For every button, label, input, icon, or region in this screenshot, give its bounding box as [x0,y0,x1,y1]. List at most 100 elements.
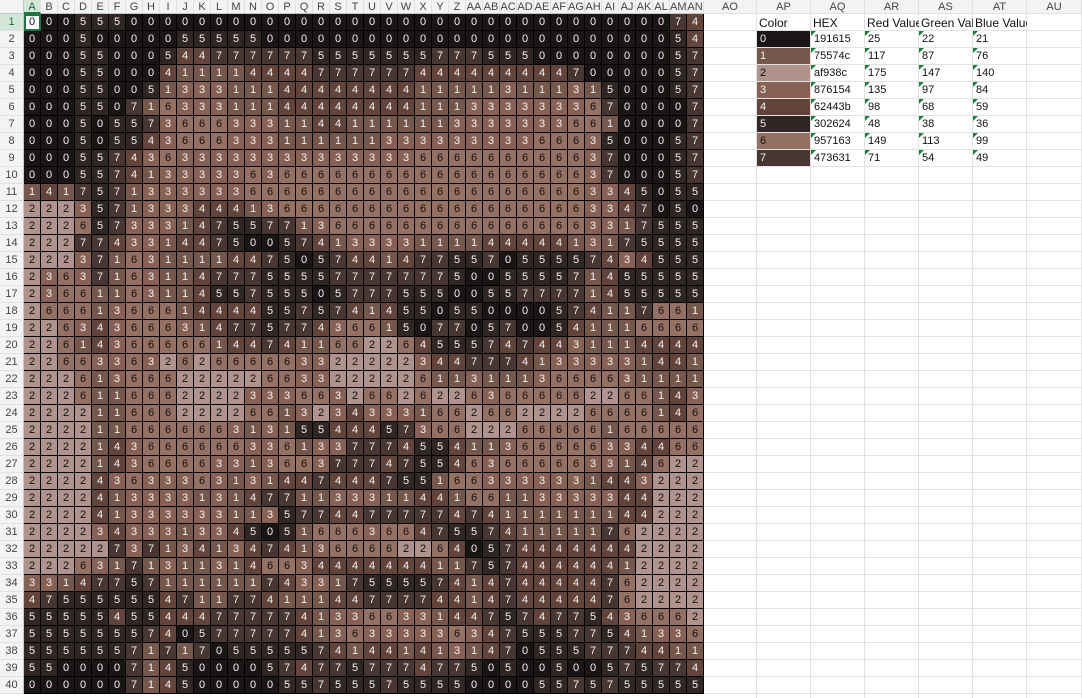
pixel-cell[interactable]: 1 [177,524,194,541]
pixel-cell[interactable]: 3 [160,473,177,490]
pixel-cell[interactable]: 1 [177,65,194,82]
pixel-cell[interactable]: 0 [585,660,602,677]
pixel-cell[interactable]: 3 [228,422,245,439]
pixel-cell[interactable]: 2 [653,473,670,490]
pixel-cell[interactable]: 0 [109,99,126,116]
pixel-cell[interactable]: 6 [126,473,143,490]
pixel-cell[interactable]: 3 [364,626,381,643]
pixel-cell[interactable]: 2 [415,541,432,558]
pixel-cell[interactable]: 5 [75,609,92,626]
row-header-7[interactable]: 7 [0,116,24,133]
pixel-cell[interactable]: 2 [41,354,58,371]
pixel-cell[interactable]: 7 [228,269,245,286]
pixel-cell[interactable]: 1 [126,184,143,201]
pixel-cell[interactable]: 6 [143,337,160,354]
pixel-cell[interactable]: 1 [109,422,126,439]
pixel-cell[interactable]: 6 [551,184,568,201]
pixel-cell[interactable]: 5 [636,660,653,677]
pixel-cell[interactable]: 6 [449,150,466,167]
pixel-cell[interactable]: 6 [381,609,398,626]
pixel-cell[interactable]: 4 [313,558,330,575]
row-header-36[interactable]: 36 [0,609,24,626]
pixel-cell[interactable]: 5 [92,65,109,82]
pixel-cell[interactable]: 6 [347,218,364,235]
pixel-cell[interactable]: 2 [670,456,687,473]
pixel-cell[interactable]: 5 [687,235,704,252]
pixel-cell[interactable]: 3 [364,490,381,507]
pixel-cell[interactable]: 7 [602,575,619,592]
pixel-cell[interactable]: 1 [381,320,398,337]
pixel-cell[interactable]: 0 [109,65,126,82]
pixel-cell[interactable]: 6 [568,388,585,405]
row-header-34[interactable]: 34 [0,575,24,592]
pixel-cell[interactable]: 3 [245,439,262,456]
pixel-cell[interactable]: 0 [58,65,75,82]
pixel-cell[interactable]: 6 [364,201,381,218]
pixel-cell[interactable]: 4 [330,99,347,116]
pixel-cell[interactable]: 7 [568,609,585,626]
pixel-cell[interactable]: 5 [415,303,432,320]
pixel-cell[interactable]: 6 [262,558,279,575]
pixel-cell[interactable]: 0 [636,14,653,31]
pixel-cell[interactable]: 4 [160,660,177,677]
pixel-cell[interactable]: 1 [143,558,160,575]
pixel-cell[interactable]: 1 [653,405,670,422]
pixel-cell[interactable]: 7 [313,65,330,82]
pixel-cell[interactable]: 0 [551,14,568,31]
pixel-cell[interactable]: 5 [75,133,92,150]
pixel-cell[interactable]: 1 [347,133,364,150]
pixel-cell[interactable]: 4 [619,201,636,218]
pixel-cell[interactable]: 0 [602,31,619,48]
pixel-cell[interactable]: 7 [347,439,364,456]
pixel-cell[interactable]: 5 [670,201,687,218]
pixel-cell[interactable]: 5 [568,252,585,269]
pixel-cell[interactable]: 0 [619,99,636,116]
pixel-cell[interactable]: 1 [313,490,330,507]
pixel-cell[interactable]: 4 [517,65,534,82]
pixel-cell[interactable]: 1 [296,133,313,150]
palette-header-hex[interactable]: HEX [811,15,865,32]
pixel-cell[interactable]: 0 [296,31,313,48]
pixel-cell[interactable]: 4 [330,422,347,439]
pixel-cell[interactable]: 4 [449,592,466,609]
pixel-cell[interactable]: 0 [177,14,194,31]
column-header-al[interactable]: AL [653,0,670,14]
pixel-cell[interactable]: 6 [143,388,160,405]
pixel-cell[interactable]: 6 [177,354,194,371]
pixel-cell[interactable]: 1 [92,303,109,320]
pixel-cell[interactable]: 3 [313,541,330,558]
pixel-cell[interactable]: 6 [568,439,585,456]
palette-green-value[interactable]: 68 [919,99,973,116]
pixel-cell[interactable]: 6 [568,201,585,218]
pixel-cell[interactable]: 3 [534,473,551,490]
pixel-cell[interactable]: 5 [228,643,245,660]
pixel-cell[interactable]: 1 [432,643,449,660]
pixel-cell[interactable]: 1 [313,626,330,643]
pixel-cell[interactable]: 4 [449,575,466,592]
pixel-cell[interactable]: 7 [262,337,279,354]
pixel-cell[interactable]: 7 [347,286,364,303]
pixel-cell[interactable]: 4 [347,592,364,609]
pixel-cell[interactable]: 3 [41,269,58,286]
pixel-cell[interactable]: 4 [245,490,262,507]
row-header-20[interactable]: 20 [0,337,24,354]
pixel-cell[interactable]: 6 [296,201,313,218]
pixel-cell[interactable]: 0 [24,116,41,133]
pixel-cell[interactable]: 4 [160,592,177,609]
pixel-cell[interactable]: 6 [466,388,483,405]
pixel-cell[interactable]: 0 [296,14,313,31]
pixel-cell[interactable]: 4 [381,643,398,660]
pixel-cell[interactable]: 6 [534,201,551,218]
pixel-cell[interactable]: 4 [551,337,568,354]
pixel-cell[interactable]: 5 [602,133,619,150]
pixel-cell[interactable]: 3 [262,167,279,184]
pixel-cell[interactable]: 1 [194,490,211,507]
pixel-cell[interactable]: 7 [211,609,228,626]
pixel-cell[interactable]: 1 [449,371,466,388]
pixel-cell[interactable]: 1 [432,371,449,388]
pixel-cell[interactable]: 6 [653,303,670,320]
pixel-cell[interactable]: 5 [41,609,58,626]
pixel-cell[interactable]: 6 [534,150,551,167]
pixel-cell[interactable]: 3 [585,490,602,507]
pixel-cell[interactable]: 3 [449,116,466,133]
